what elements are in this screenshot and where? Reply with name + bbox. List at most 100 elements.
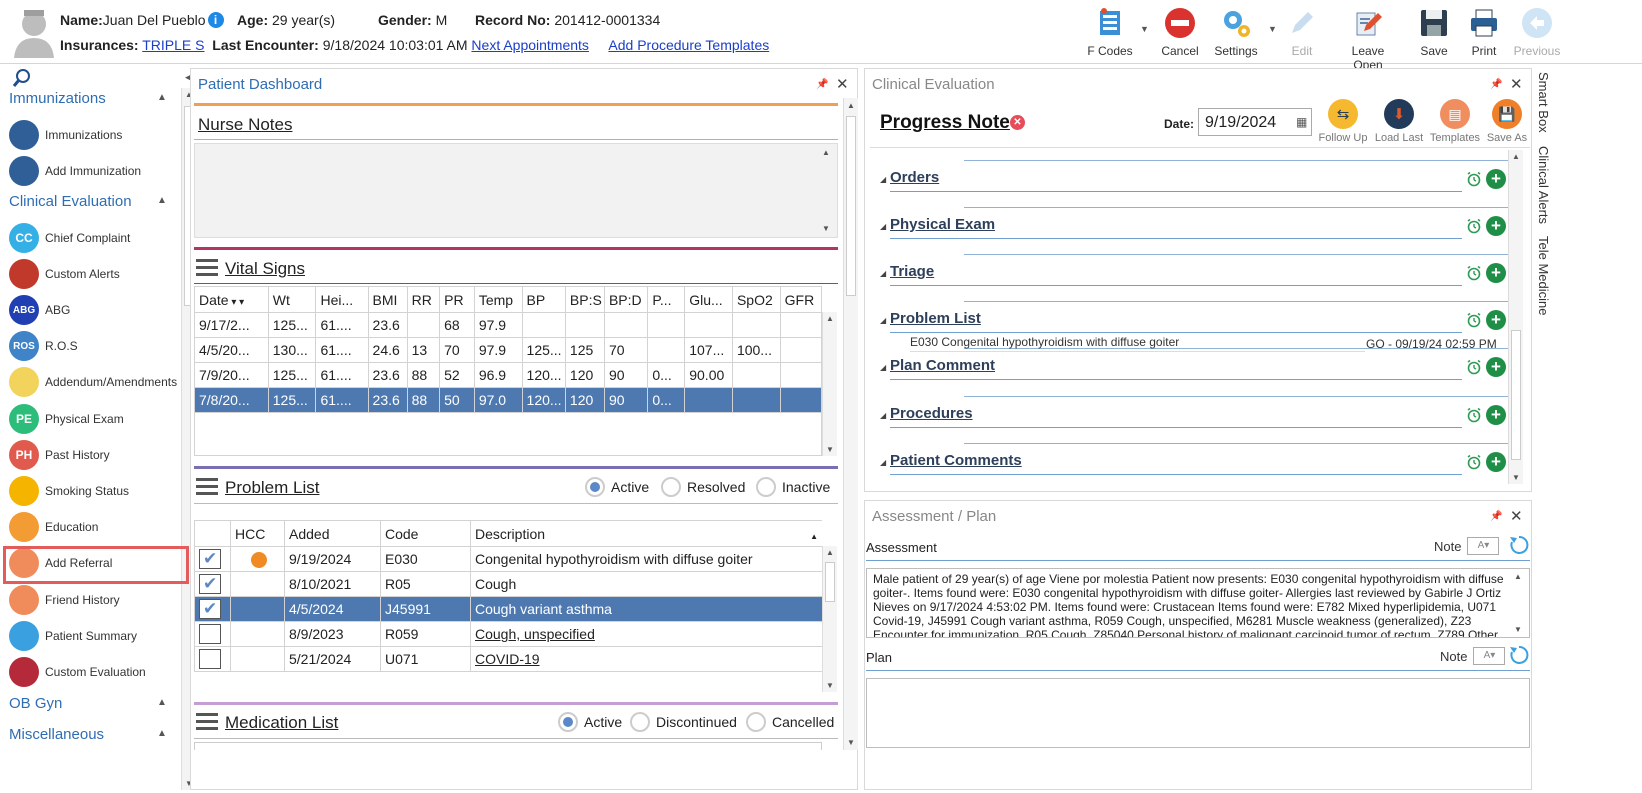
scroll-up-icon[interactable]: ▲ [847, 101, 855, 110]
note-type-dropdown[interactable]: A▾ [1467, 537, 1500, 555]
scroll-up-icon[interactable]: ▲ [826, 548, 834, 557]
sidebar-item-physical-exam[interactable]: PE Physical Exam [9, 402, 179, 436]
scroll-down-icon[interactable]: ▼ [847, 738, 855, 747]
assessment-textarea[interactable]: Male patient of 29 year(s) of age Viene … [866, 568, 1530, 638]
alarm-clock-icon[interactable] [1466, 218, 1482, 234]
table-row[interactable]: 8/10/2021 R05 Cough [194, 571, 822, 597]
leave-open-button[interactable]: Leave Open [1336, 6, 1400, 72]
problem-checkbox[interactable] [199, 549, 221, 569]
sidebar-item-addendum-amendments[interactable]: Addendum/Amendments [9, 365, 179, 399]
problems-column-header[interactable]: HCC [230, 520, 285, 547]
alarm-clock-icon[interactable] [1466, 312, 1482, 328]
clinical-section-label[interactable]: Physical Exam [890, 216, 995, 233]
clinical-scrollbar[interactable]: ▲ ▼ [1508, 150, 1523, 484]
section-ob-gyn[interactable]: OB Gyn ▲ [9, 695, 167, 712]
sidebar-item-education[interactable]: Education [9, 510, 179, 544]
calendar-icon[interactable]: ▦ [1296, 115, 1307, 129]
next-appointments-link[interactable]: Next Appointments [471, 37, 589, 53]
tab-smart-box[interactable]: Smart Box [1536, 72, 1551, 133]
radio-resolved[interactable] [661, 477, 681, 497]
sidebar-item-patient-summary[interactable]: Patient Summary [9, 619, 179, 653]
problems-column-header[interactable]: Code [380, 520, 471, 547]
add-icon[interactable]: + [1486, 452, 1506, 472]
plan-textarea[interactable] [866, 678, 1530, 748]
problems-column-header[interactable]: Added [284, 520, 381, 547]
vitals-scrollbar[interactable]: ▲ ▼ [822, 312, 837, 456]
alarm-clock-icon[interactable] [1466, 171, 1482, 187]
problem-desc[interactable]: COVID-19 [475, 651, 540, 667]
vitals-column-header[interactable]: P... [647, 286, 686, 313]
date-input[interactable]: 9/19/2024 [1198, 108, 1312, 136]
scroll-up-icon[interactable]: ▲ [1514, 572, 1522, 581]
follow-up-button[interactable]: ⇆ Follow Up [1315, 99, 1371, 144]
clinical-section-label[interactable]: Orders [890, 169, 939, 186]
problem-list-menu-icon[interactable] [196, 478, 218, 496]
close-icon[interactable]: ✕ [836, 75, 849, 93]
clinical-section-label[interactable]: Procedures [890, 405, 973, 422]
table-row[interactable]: 4/5/20... 130... 61.... 24.6 13 70 97.9 125... 1… [194, 337, 823, 363]
sidebar-item-chief-complaint[interactable]: CC Chief Complaint [9, 221, 179, 255]
scroll-down-icon[interactable]: ▼ [826, 681, 834, 690]
settings-dropdown-icon[interactable]: ▼ [1268, 24, 1277, 34]
problem-checkbox[interactable] [199, 624, 221, 644]
clinical-section-label[interactable]: Plan Comment [890, 357, 995, 374]
sidebar-item-r-o-s[interactable]: ROS R.O.S [9, 329, 179, 363]
problems-column-header[interactable]: Description ▲ [470, 520, 822, 547]
vital-signs-menu-icon[interactable] [196, 259, 218, 277]
clinical-scroll-thumb[interactable] [1511, 330, 1521, 460]
vitals-column-header[interactable]: RR [406, 286, 441, 313]
dashboard-scrollbar[interactable]: ▲ ▼ [843, 98, 858, 750]
nurse-notes-textarea[interactable] [194, 143, 838, 238]
vitals-column-header[interactable]: Hei... [315, 286, 369, 313]
tab-clinical-alerts[interactable]: Clinical Alerts [1536, 146, 1551, 224]
add-icon[interactable]: + [1486, 169, 1506, 189]
clinical-section-label[interactable]: Patient Comments [890, 452, 1022, 469]
alarm-clock-icon[interactable] [1466, 407, 1482, 423]
scroll-down-icon[interactable]: ▼ [822, 224, 830, 233]
chevron-up-icon[interactable]: ▲ [157, 728, 167, 739]
vitals-column-header[interactable]: BP [521, 286, 566, 313]
add-icon[interactable]: + [1486, 263, 1506, 283]
problem-filter-active[interactable]: Active [585, 477, 649, 497]
add-icon[interactable]: + [1486, 405, 1506, 425]
problem-checkbox[interactable] [199, 574, 221, 594]
templates-button[interactable]: ▤ Templates [1427, 99, 1483, 144]
alarm-clock-icon[interactable] [1466, 265, 1482, 281]
radio-active[interactable] [585, 477, 605, 497]
vitals-column-header[interactable]: GFR [779, 286, 823, 313]
radio-med-discontinued[interactable] [630, 712, 650, 732]
problems-column-header[interactable] [194, 520, 231, 547]
plan-note-selector[interactable]: Note A▾ [1440, 647, 1506, 665]
fcodes-dropdown-icon[interactable]: ▼ [1140, 24, 1149, 34]
problem-checkbox[interactable] [199, 599, 221, 619]
settings-button[interactable]: Settings [1210, 6, 1262, 60]
scroll-up-icon[interactable]: ▲ [1512, 152, 1520, 161]
vitals-column-header[interactable]: Wt [267, 286, 317, 313]
dashboard-scroll-thumb[interactable] [846, 116, 856, 296]
vitals-column-header[interactable]: Temp [473, 286, 523, 313]
scroll-down-icon[interactable]: ▼ [826, 445, 834, 454]
problem-filter-inactive[interactable]: Inactive [756, 477, 830, 497]
print-button[interactable]: Print [1464, 6, 1504, 60]
problem-filter-resolved[interactable]: Resolved [661, 477, 745, 497]
section-miscellaneous[interactable]: Miscellaneous ▲ [9, 726, 167, 743]
sidebar-item-smoking-status[interactable]: Smoking Status [9, 474, 179, 508]
clinical-section-label[interactable]: Problem List [890, 310, 981, 327]
sidebar-item-friend-history[interactable]: Friend History [9, 583, 179, 617]
vitals-column-header[interactable]: BP:S [564, 286, 605, 313]
add-icon[interactable]: + [1486, 216, 1506, 236]
sidebar-item-abg[interactable]: ABG ABG [9, 293, 179, 327]
medication-list-menu-icon[interactable] [196, 713, 218, 731]
add-icon[interactable]: + [1486, 310, 1506, 330]
table-row[interactable]: 9/19/2024 E030 Congenital hypothyroidism w… [194, 546, 822, 572]
expand-triangle-icon[interactable]: ◢ [880, 175, 886, 184]
section-immunizations[interactable]: Immunizations ▲ [9, 90, 167, 107]
sidebar-item-custom-alerts[interactable]: Custom Alerts [9, 257, 179, 291]
sidebar-item-past-history[interactable]: PH Past History [9, 438, 179, 472]
expand-triangle-icon[interactable]: ◢ [880, 411, 886, 420]
chevron-up-icon[interactable]: ▲ [157, 697, 167, 708]
tab-tele-medicine[interactable]: Tele Medicine [1536, 236, 1551, 316]
table-row[interactable]: 5/21/2024 U071 COVID-19 [194, 646, 822, 672]
refresh-icon[interactable] [1508, 644, 1530, 666]
radio-inactive[interactable] [756, 477, 776, 497]
